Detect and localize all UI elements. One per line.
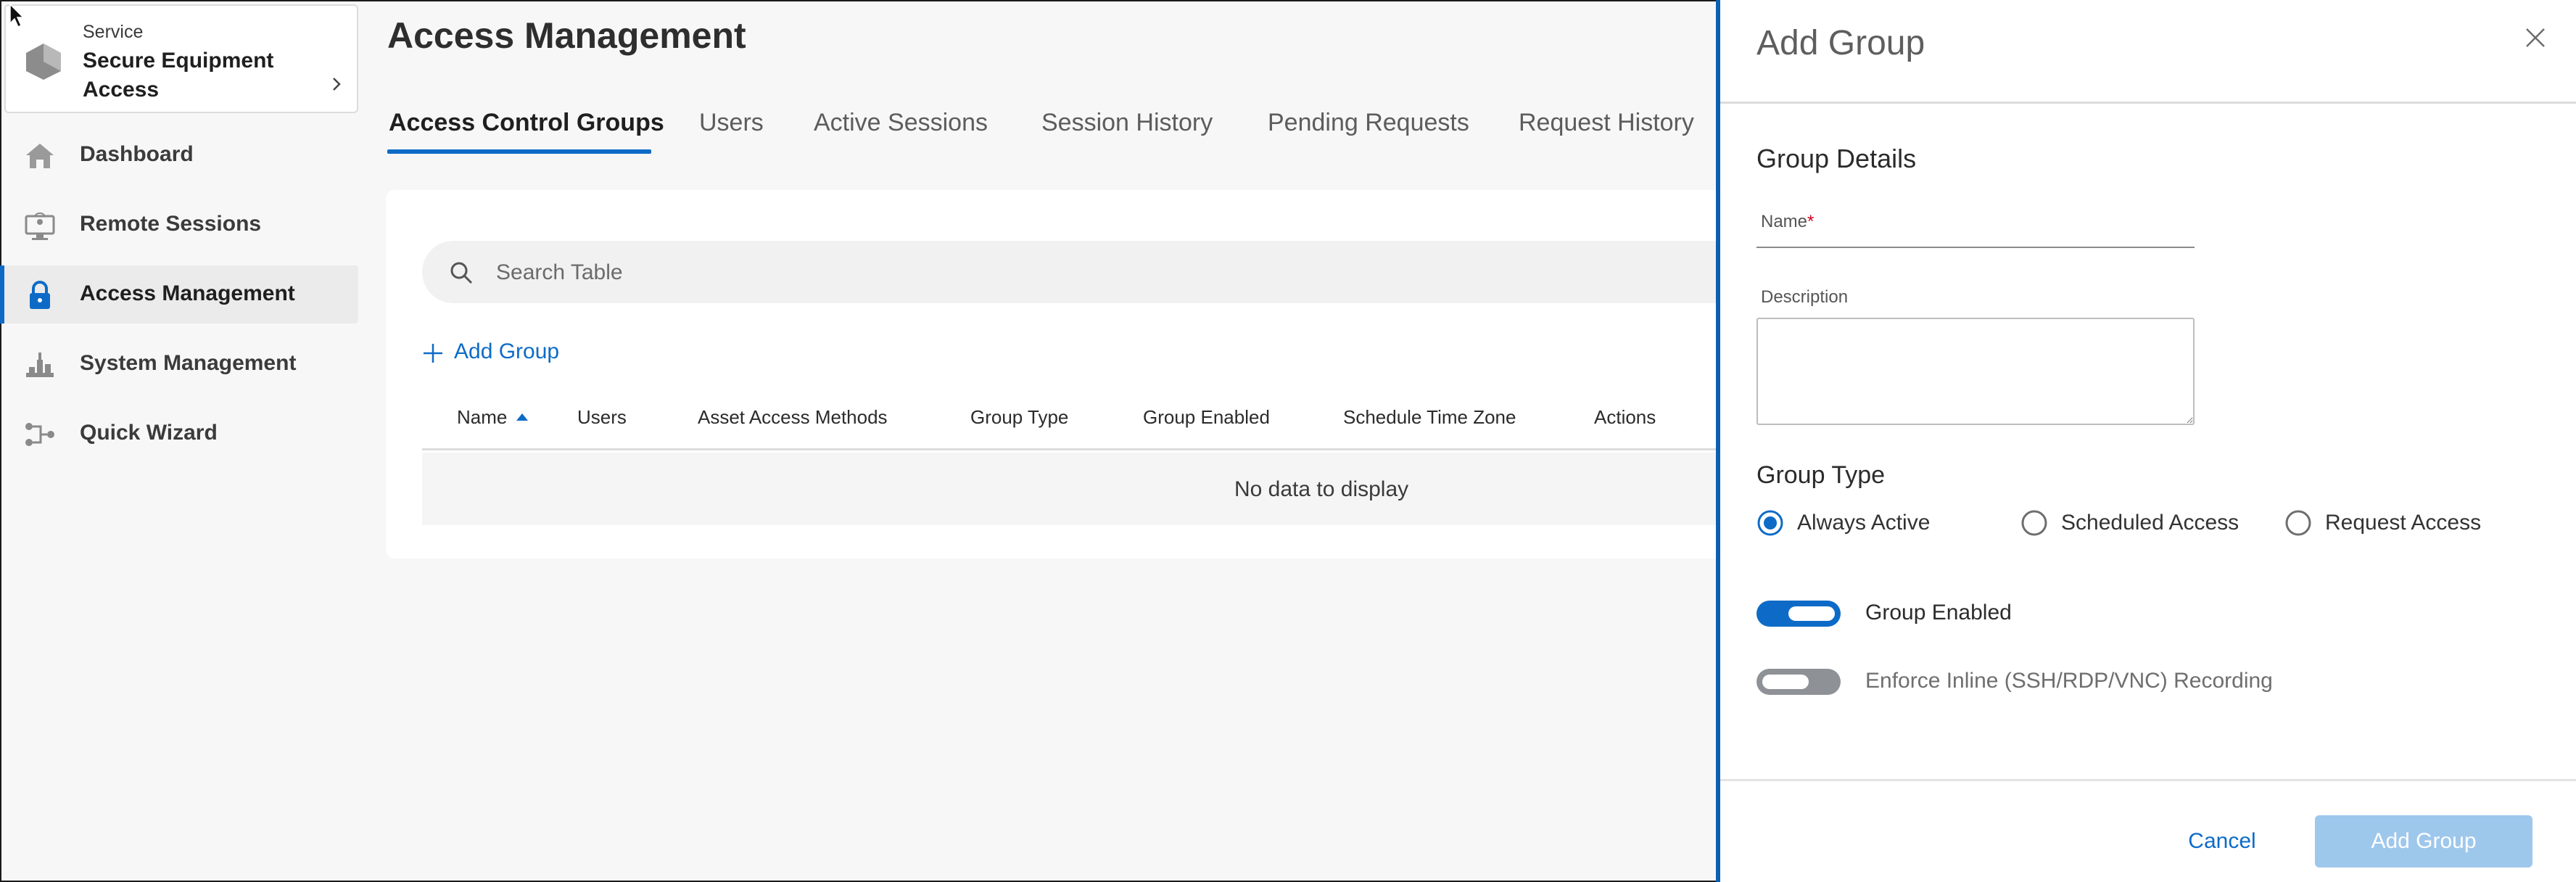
sidebar-item-label: Quick Wizard <box>80 421 218 445</box>
radio-unselected-icon <box>2285 510 2311 536</box>
add-group-label: Add Group <box>454 339 560 363</box>
group-details-heading: Group Details <box>1756 144 1917 173</box>
radio-label: Scheduled Access <box>2061 511 2239 535</box>
close-icon[interactable] <box>2522 25 2548 51</box>
table-header: Name Users Asset Access Methods Group Ty… <box>422 400 1735 450</box>
table-card: Add Group Name Users Asset Access Method… <box>386 190 1735 559</box>
toggle-knob <box>1788 606 1835 621</box>
drawer-footer-divider <box>1720 779 2576 781</box>
page-title: Access Management <box>387 15 746 56</box>
lock-icon <box>30 281 50 309</box>
column-header-schedule-time-zone[interactable]: Schedule Time Zone <box>1343 406 1516 429</box>
home-icon <box>26 144 54 168</box>
empty-state-text: No data to display <box>1234 477 1409 501</box>
sidebar-item-remote-sessions[interactable]: Remote Sessions <box>1 196 358 254</box>
search-icon <box>450 262 473 284</box>
search-input[interactable] <box>495 241 1658 305</box>
sidebar-item-dashboard[interactable]: Dashboard <box>1 126 358 184</box>
column-header-group-type[interactable]: Group Type <box>970 406 1068 429</box>
tab-access-control-groups[interactable]: Access Control Groups <box>389 109 664 137</box>
chevron-right-icon <box>333 78 341 91</box>
sidebar-item-access-management[interactable]: Access Management <box>0 265 358 323</box>
group-enabled-label: Group Enabled <box>1865 601 2012 625</box>
column-header-users[interactable]: Users <box>577 406 627 429</box>
tab-pending-requests[interactable]: Pending Requests <box>1268 109 1469 137</box>
drawer-header-divider <box>1720 102 2576 104</box>
description-field-label: Description <box>1761 287 1849 307</box>
service-name: Secure Equipment Access <box>83 49 274 102</box>
column-header-name[interactable]: Name <box>457 406 507 429</box>
toggle-knob <box>1762 675 1809 689</box>
remote-sessions-icon <box>25 212 55 240</box>
service-hexagon-icon <box>26 44 61 80</box>
add-group-submit-button[interactable]: Add Group <box>2315 815 2532 867</box>
service-label: Service <box>83 22 144 42</box>
sidebar-item-label: Dashboard <box>80 142 194 166</box>
plus-icon <box>424 344 442 363</box>
cancel-button[interactable]: Cancel <box>2150 820 2295 863</box>
search-box <box>422 241 1735 305</box>
drawer-title: Add Group <box>1756 24 1925 62</box>
sidebar-item-label: Access Management <box>80 281 295 305</box>
radio-unselected-icon <box>2021 510 2047 536</box>
table-empty-row <box>422 453 1735 525</box>
mouse-cursor-icon <box>9 3 25 28</box>
column-header-actions[interactable]: Actions <box>1594 406 1656 429</box>
tab-users[interactable]: Users <box>699 109 764 137</box>
enforce-inline-recording-label: Enforce Inline (SSH/RDP/VNC) Recording <box>1865 669 2273 693</box>
service-switcher[interactable]: Service Secure Equipment Access <box>4 4 358 113</box>
tab-request-history[interactable]: Request History <box>1519 109 1694 137</box>
wizard-flow-icon <box>25 423 54 446</box>
radio-label: Request Access <box>2325 511 2482 535</box>
sidebar-item-quick-wizard[interactable]: Quick Wizard <box>1 405 358 463</box>
tab-active-sessions[interactable]: Active Sessions <box>814 109 988 137</box>
column-header-group-enabled[interactable]: Group Enabled <box>1143 406 1270 429</box>
sidebar: Service Secure Equipment Access Dashboar… <box>0 1 364 879</box>
description-textarea[interactable] <box>1756 318 2195 425</box>
add-group-drawer: Add Group Group Details Name* Descriptio… <box>1716 0 2576 882</box>
column-header-asset-access-methods[interactable]: Asset Access Methods <box>698 406 888 429</box>
tab-session-history[interactable]: Session History <box>1041 109 1213 137</box>
group-enabled-toggle[interactable] <box>1756 601 1841 627</box>
system-management-icon <box>26 353 54 377</box>
sidebar-item-system-management[interactable]: System Management <box>1 335 358 393</box>
sidebar-item-label: Remote Sessions <box>80 212 262 236</box>
sidebar-item-label: System Management <box>80 351 297 375</box>
radio-selected-icon <box>1757 510 1783 536</box>
name-input[interactable] <box>1756 207 2195 248</box>
radio-label: Always Active <box>1797 511 1931 535</box>
group-type-heading: Group Type <box>1756 461 1886 489</box>
sort-ascending-icon[interactable] <box>516 413 528 421</box>
active-tab-indicator <box>387 149 651 154</box>
enforce-inline-recording-toggle[interactable] <box>1756 669 1841 695</box>
